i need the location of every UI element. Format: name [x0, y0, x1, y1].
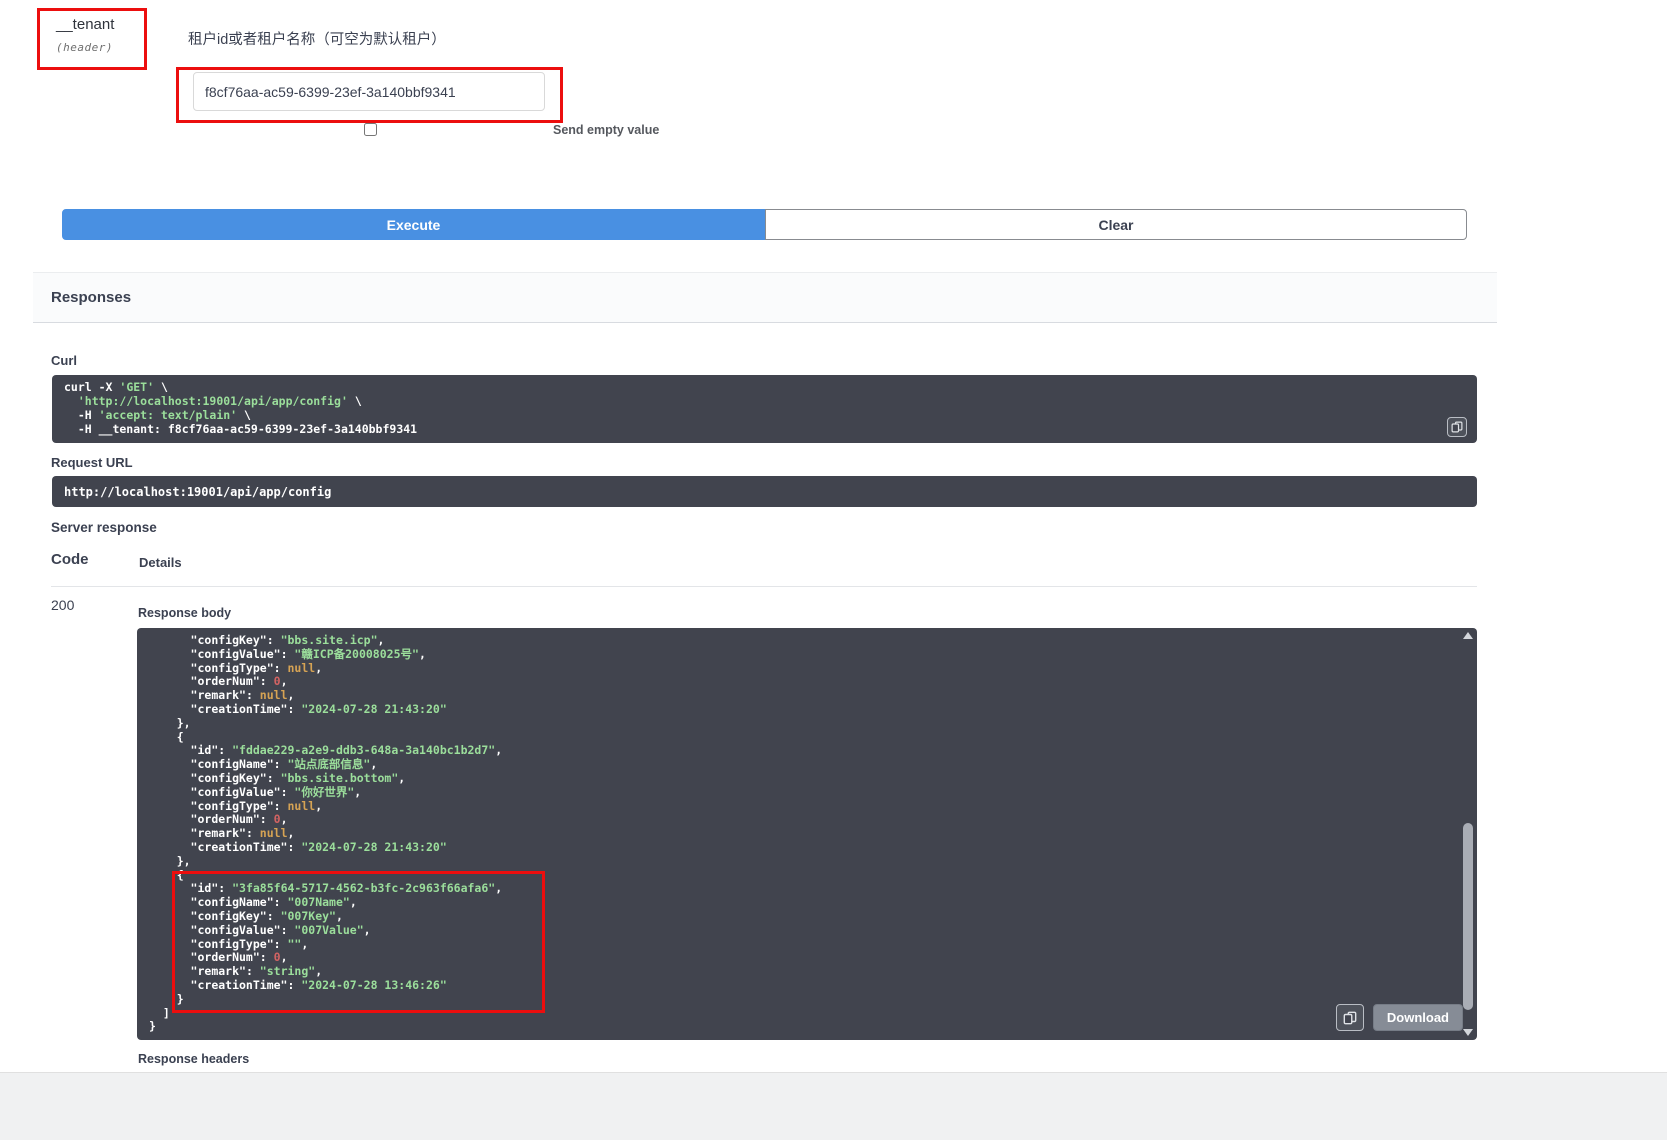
annotation-box-parameter-value: [176, 67, 563, 123]
send-empty-checkbox[interactable]: [364, 123, 377, 136]
copy-icon[interactable]: [1336, 1004, 1364, 1031]
request-url-label: Request URL: [51, 455, 133, 470]
copy-icon[interactable]: [1447, 417, 1467, 437]
parameter-name: __tenant: [56, 16, 144, 33]
response-body-block: "configKey": "bbs.site.icp", "configValu…: [137, 628, 1477, 1040]
swagger-api-panel: __tenant (header) 租户id或者租户名称（可空为默认租户） Se…: [0, 0, 1667, 1140]
code-column-header: Code: [51, 551, 89, 568]
annotation-box-response-item: [172, 871, 545, 1013]
parameter-location: (header): [56, 41, 144, 54]
details-column-header: Details: [139, 555, 182, 570]
clear-button[interactable]: Clear: [765, 209, 1467, 240]
send-empty-value-label: Send empty value: [553, 123, 659, 137]
responses-section-header: Responses: [33, 272, 1497, 323]
request-url-block: http://localhost:19001/api/app/config: [52, 476, 1477, 507]
execute-button[interactable]: Execute: [62, 209, 765, 240]
page-bottom-background: [0, 1072, 1667, 1140]
scrollbar-thumb[interactable]: [1463, 823, 1473, 1010]
scroll-down-icon[interactable]: [1463, 1029, 1473, 1036]
tenant-input[interactable]: [193, 72, 545, 111]
response-actions: Download: [1336, 1004, 1463, 1031]
responses-title: Responses: [33, 273, 1497, 306]
scrollbar[interactable]: [1462, 630, 1474, 1038]
scroll-up-icon[interactable]: [1463, 632, 1473, 639]
server-response-label: Server response: [51, 520, 157, 535]
clipboard-icon: [1451, 421, 1463, 433]
parameter-description: 租户id或者租户名称（可空为默认租户）: [188, 28, 446, 49]
curl-command-block: curl -X 'GET' \ 'http://localhost:19001/…: [52, 375, 1477, 443]
response-headers-label: Response headers: [138, 1052, 249, 1066]
table-header-divider: [51, 586, 1477, 587]
request-url-value: http://localhost:19001/api/app/config: [64, 485, 331, 499]
curl-label: Curl: [51, 353, 77, 368]
response-body-label: Response body: [138, 606, 231, 620]
annotation-box-parameter-name: __tenant (header): [37, 8, 147, 70]
clipboard-icon: [1343, 1011, 1357, 1025]
download-button[interactable]: Download: [1373, 1004, 1463, 1031]
curl-command-text: curl -X 'GET' \ 'http://localhost:19001/…: [64, 381, 1465, 437]
response-status-code: 200: [51, 597, 74, 613]
